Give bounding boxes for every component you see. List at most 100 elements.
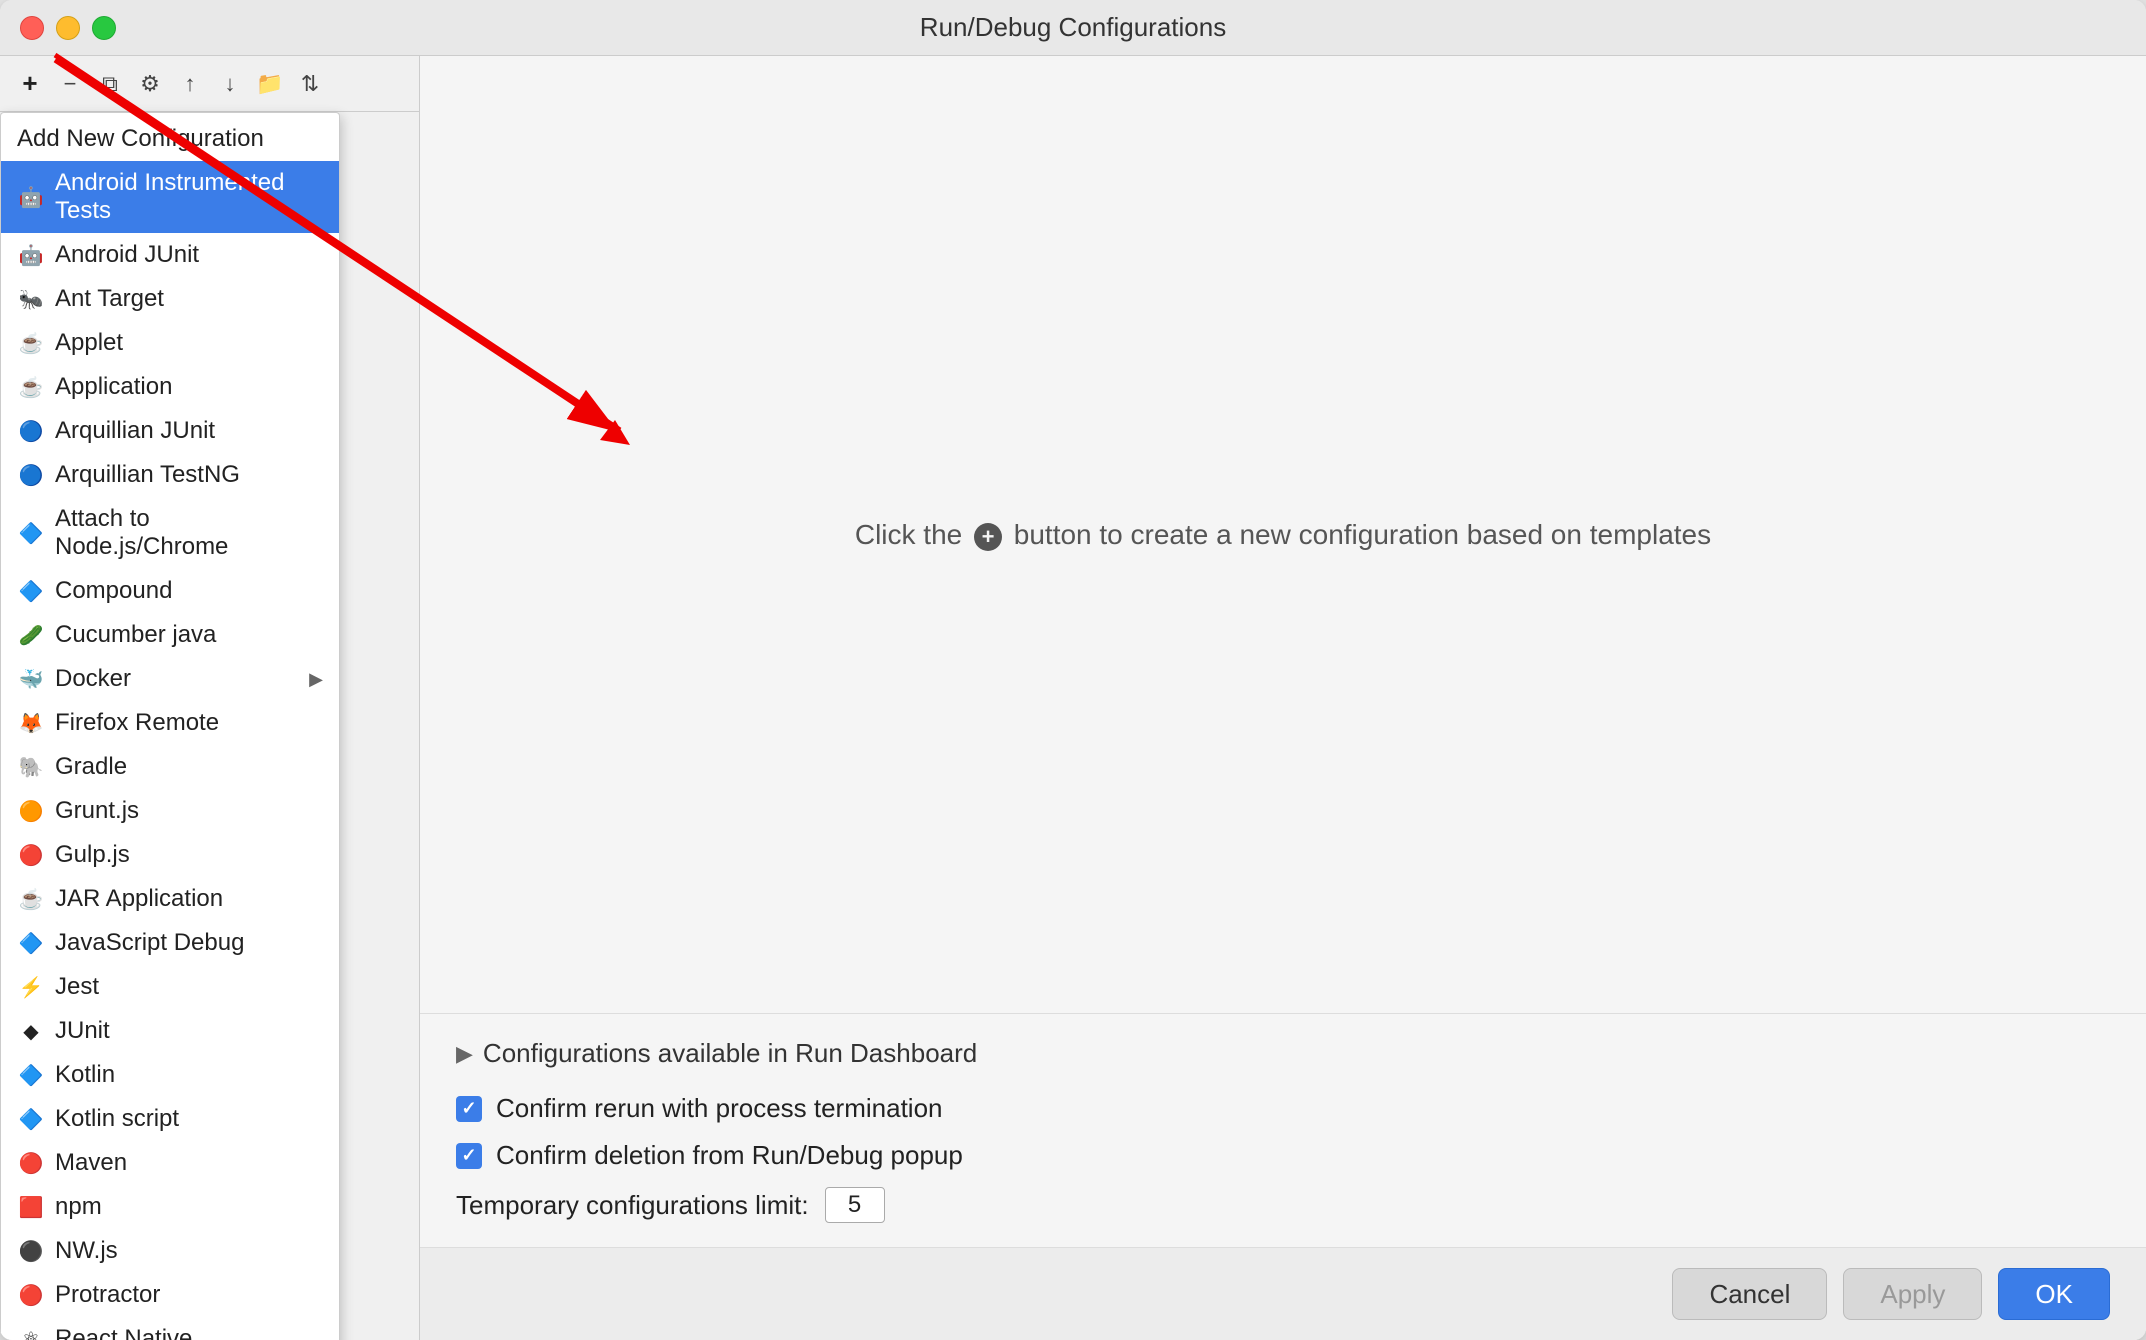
arquillian-testng-icon: 🔵	[17, 461, 45, 489]
ant-target-icon: 🐜	[17, 285, 45, 313]
dropdown-item-android-instrumented[interactable]: 🤖 Android Instrumented Tests	[1, 161, 339, 233]
folder-button[interactable]: 📁	[254, 68, 286, 100]
nw-js-label: NW.js	[55, 1237, 323, 1265]
grunt-js-icon: 🟠	[17, 797, 45, 825]
dropdown-item-kotlin[interactable]: 🔷 Kotlin	[1, 1053, 339, 1097]
dropdown-item-gulp-js[interactable]: 🔴 Gulp.js	[1, 833, 339, 877]
javascript-debug-label: JavaScript Debug	[55, 929, 323, 957]
main-window: Run/Debug Configurations + − ⧉ ⚙ ↑ ↓ 📁 ⇅…	[0, 0, 2146, 1340]
react-native-label: React Native	[55, 1325, 323, 1340]
close-button[interactable]	[20, 16, 44, 40]
dropdown-item-junit[interactable]: ◆ JUnit	[1, 1009, 339, 1053]
confirm-deletion-checkbox[interactable]: ✓	[456, 1143, 482, 1169]
main-content: + − ⧉ ⚙ ↑ ↓ 📁 ⇅ Add New Configuration 🤖 …	[0, 56, 2146, 1340]
maximize-button[interactable]	[92, 16, 116, 40]
react-native-icon: ⚛	[17, 1325, 45, 1340]
temp-config-input[interactable]	[825, 1187, 885, 1223]
attach-nodejs-label: Attach to Node.js/Chrome	[55, 505, 323, 561]
right-panel: Click the + button to create a new confi…	[420, 56, 2146, 1340]
dropdown-item-applet[interactable]: ☕ Applet	[1, 321, 339, 365]
grunt-js-label: Grunt.js	[55, 797, 323, 825]
confirm-deletion-label: Confirm deletion from Run/Debug popup	[496, 1140, 963, 1171]
maven-icon: 🔴	[17, 1149, 45, 1177]
firefox-remote-icon: 🦊	[17, 709, 45, 737]
application-icon: ☕	[17, 373, 45, 401]
protractor-icon: 🔴	[17, 1281, 45, 1309]
dropdown-item-application[interactable]: ☕ Application	[1, 365, 339, 409]
minimize-button[interactable]	[56, 16, 80, 40]
confirm-rerun-label: Confirm rerun with process termination	[496, 1093, 943, 1124]
nw-js-icon: ⚫	[17, 1237, 45, 1265]
kotlin-label: Kotlin	[55, 1061, 323, 1089]
traffic-lights	[20, 16, 116, 40]
sort-button[interactable]: ⇅	[294, 68, 326, 100]
apply-button[interactable]: Apply	[1843, 1268, 1982, 1320]
dropdown-header-item: Add New Configuration	[1, 117, 339, 161]
dropdown-item-arquillian-junit[interactable]: 🔵 Arquillian JUnit	[1, 409, 339, 453]
dropdown-item-protractor[interactable]: 🔴 Protractor	[1, 1273, 339, 1317]
arquillian-testng-label: Arquillian TestNG	[55, 461, 323, 489]
docker-icon: 🐳	[17, 665, 45, 693]
dropdown-item-nw-js[interactable]: ⚫ NW.js	[1, 1229, 339, 1273]
compound-icon: 🔷	[17, 577, 45, 605]
jar-application-icon: ☕	[17, 885, 45, 913]
copy-configuration-button[interactable]: ⧉	[94, 68, 126, 100]
remove-configuration-button[interactable]: −	[54, 68, 86, 100]
plus-icon: +	[974, 523, 1002, 551]
title-bar: Run/Debug Configurations	[0, 0, 2146, 56]
kotlin-icon: 🔷	[17, 1061, 45, 1089]
attach-nodejs-icon: 🔷	[17, 519, 45, 547]
dropdown-item-android-junit[interactable]: 🤖 Android JUnit	[1, 233, 339, 277]
dropdown-item-kotlin-script[interactable]: 🔷 Kotlin script	[1, 1097, 339, 1141]
docker-arrow-icon: ▶	[309, 669, 323, 690]
gulp-js-icon: 🔴	[17, 841, 45, 869]
confirm-deletion-row: ✓ Confirm deletion from Run/Debug popup	[456, 1140, 2110, 1171]
docker-label: Docker	[55, 665, 299, 693]
protractor-label: Protractor	[55, 1281, 323, 1309]
application-label: Application	[55, 373, 323, 401]
placeholder-text: Click the + button to create a new confi…	[855, 519, 1711, 551]
dropdown-item-react-native[interactable]: ⚛ React Native	[1, 1317, 339, 1340]
settings-button[interactable]: ⚙	[134, 68, 166, 100]
arquillian-junit-label: Arquillian JUnit	[55, 417, 323, 445]
dropdown-item-maven[interactable]: 🔴 Maven	[1, 1141, 339, 1185]
left-panel: + − ⧉ ⚙ ↑ ↓ 📁 ⇅ Add New Configuration 🤖 …	[0, 56, 420, 1340]
bottom-buttons: Cancel Apply OK	[420, 1247, 2146, 1340]
right-content-area: Click the + button to create a new confi…	[420, 56, 2146, 1013]
dropdown-item-arquillian-testng[interactable]: 🔵 Arquillian TestNG	[1, 453, 339, 497]
add-configuration-button[interactable]: +	[14, 68, 46, 100]
android-instrumented-icon: 🤖	[17, 183, 45, 211]
applet-label: Applet	[55, 329, 323, 357]
bottom-section: ▶ Configurations available in Run Dashbo…	[420, 1013, 2146, 1247]
expand-arrow-icon: ▶	[456, 1041, 473, 1067]
confirm-rerun-checkbox[interactable]: ✓	[456, 1096, 482, 1122]
configurations-row[interactable]: ▶ Configurations available in Run Dashbo…	[456, 1038, 2110, 1069]
kotlin-script-icon: 🔷	[17, 1105, 45, 1133]
dropdown-item-gradle[interactable]: 🐘 Gradle	[1, 745, 339, 789]
move-up-button[interactable]: ↑	[174, 68, 206, 100]
dropdown-item-jar-application[interactable]: ☕ JAR Application	[1, 877, 339, 921]
dropdown-item-attach-nodejs[interactable]: 🔷 Attach to Node.js/Chrome	[1, 497, 339, 569]
junit-icon: ◆	[17, 1017, 45, 1045]
compound-label: Compound	[55, 577, 323, 605]
dropdown-item-grunt-js[interactable]: 🟠 Grunt.js	[1, 789, 339, 833]
dropdown-item-jest[interactable]: ⚡ Jest	[1, 965, 339, 1009]
dropdown-item-compound[interactable]: 🔷 Compound	[1, 569, 339, 613]
dropdown-item-npm[interactable]: 🟥 npm	[1, 1185, 339, 1229]
dropdown-item-javascript-debug[interactable]: 🔷 JavaScript Debug	[1, 921, 339, 965]
cancel-button[interactable]: Cancel	[1672, 1268, 1827, 1320]
dropdown-item-cucumber-java[interactable]: 🥒 Cucumber java	[1, 613, 339, 657]
dropdown-item-docker[interactable]: 🐳 Docker ▶	[1, 657, 339, 701]
dropdown-item-ant-target[interactable]: 🐜 Ant Target	[1, 277, 339, 321]
gulp-js-label: Gulp.js	[55, 841, 323, 869]
javascript-debug-icon: 🔷	[17, 929, 45, 957]
applet-icon: ☕	[17, 329, 45, 357]
window-title: Run/Debug Configurations	[920, 12, 1226, 43]
move-down-button[interactable]: ↓	[214, 68, 246, 100]
checkbox-check-icon: ✓	[461, 1098, 476, 1119]
ok-button[interactable]: OK	[1998, 1268, 2110, 1320]
dropdown-item-firefox-remote[interactable]: 🦊 Firefox Remote	[1, 701, 339, 745]
temp-config-label: Temporary configurations limit:	[456, 1190, 809, 1221]
temp-config-row: Temporary configurations limit:	[456, 1187, 2110, 1223]
maven-label: Maven	[55, 1149, 323, 1177]
